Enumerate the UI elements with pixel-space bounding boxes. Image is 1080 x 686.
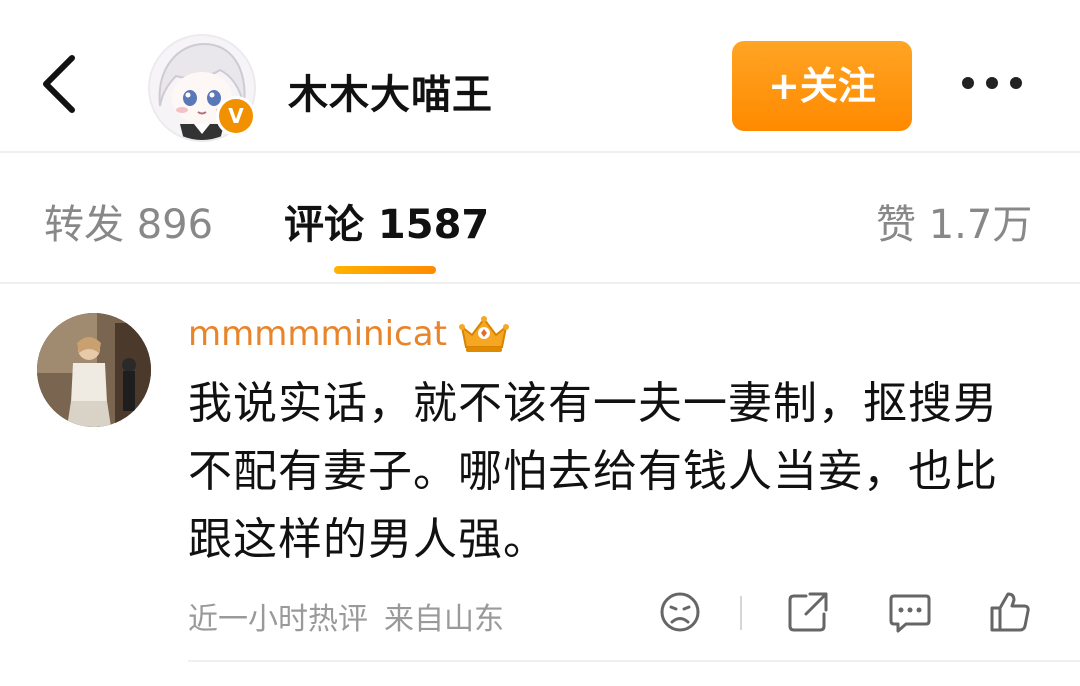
active-tab-indicator [334,266,436,274]
commenter-avatar[interactable] [37,313,151,427]
dislike-face-icon [660,592,700,632]
reply-button[interactable] [888,590,932,634]
page-title[interactable]: 木木大喵王 [288,62,493,120]
dislike-button[interactable] [658,590,702,634]
share-button[interactable] [786,590,830,634]
divider [188,660,1080,662]
tab-comments[interactable]: 评论 1587 [284,192,489,250]
like-button[interactable] [988,590,1032,634]
divider [740,596,742,630]
follow-button[interactable]: +关注 [732,41,912,131]
more-horizontal-icon [962,77,974,89]
divider [0,151,1080,153]
share-icon [788,592,828,632]
comment-time: 近一小时热评 [188,602,368,637]
comment-text: 我说实话，就不该有一夫一妻制，抠搜男不配有妻子。哪怕去给有钱人当妾，也比跟这样的… [188,378,998,565]
like-icon [990,592,1030,632]
verified-badge: V [216,96,256,136]
more-horizontal-icon [986,77,998,89]
tab-reposts[interactable]: 转发 896 [44,192,213,250]
comment-location: 来自山东 [384,602,504,637]
tab-likes[interactable]: 赞 1.7万 [876,192,1032,250]
comment-meta: 近一小时热评 来自山东 [188,594,504,638]
chevron-left-icon [43,55,75,113]
divider [0,282,1080,284]
profile-avatar[interactable]: V [148,34,256,142]
comment-icon [889,594,931,633]
commenter-username[interactable]: mmmmminicat [188,314,447,354]
more-horizontal-icon [1010,77,1022,89]
top-bar: V 木木大喵王 +关注 [0,0,1080,152]
more-button[interactable] [962,74,1034,98]
crown-badge-icon [459,316,509,352]
back-button[interactable] [38,52,82,116]
